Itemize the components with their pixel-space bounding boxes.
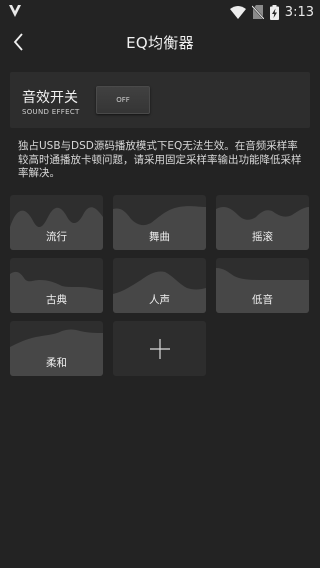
preset-tile-bass[interactable]: 低音 <box>216 258 309 313</box>
preset-name: 人声 <box>149 294 170 306</box>
preset-tile-vocal[interactable]: 人声 <box>113 258 206 313</box>
preset-tile-classical[interactable]: 古典 <box>10 258 103 313</box>
status-time: 3:13 <box>284 4 314 20</box>
sound-effect-toggle[interactable]: OFF <box>96 86 150 114</box>
sound-effect-panel: 音效开关 SOUND EFFECT OFF <box>10 72 310 128</box>
eq-notice-text: 独占USB与DSD源码播放模式下EQ无法生效。在音频采样率较高时通播放卡顿问题，… <box>18 140 302 179</box>
preset-name: 古典 <box>46 294 67 306</box>
sound-effect-sublabel: SOUND EFFECT <box>22 108 80 116</box>
status-bar: 3:13 <box>0 0 320 24</box>
toggle-state-label: OFF <box>116 96 130 104</box>
no-sim-icon <box>251 5 264 19</box>
sound-effect-label: 音效开关 <box>22 90 78 106</box>
preset-tile-pop[interactable]: 流行 <box>10 195 103 250</box>
battery-charging-icon <box>269 4 279 20</box>
add-preset-button[interactable] <box>113 321 206 376</box>
preset-tile-dance[interactable]: 舞曲 <box>113 195 206 250</box>
preset-name: 舞曲 <box>149 231 170 243</box>
v-logo-icon <box>9 5 21 17</box>
preset-name: 摇滚 <box>252 231 273 243</box>
preset-tile-rock[interactable]: 摇滚 <box>216 195 309 250</box>
preset-tile-soft[interactable]: 柔和 <box>10 321 103 376</box>
preset-name: 低音 <box>252 294 273 306</box>
page-title: EQ均衡器 <box>126 34 194 52</box>
plus-icon <box>150 339 170 359</box>
preset-name: 流行 <box>46 231 67 243</box>
top-app-bar: EQ均衡器 <box>0 24 320 60</box>
preset-name: 柔和 <box>46 357 67 369</box>
wifi-icon <box>229 5 246 19</box>
